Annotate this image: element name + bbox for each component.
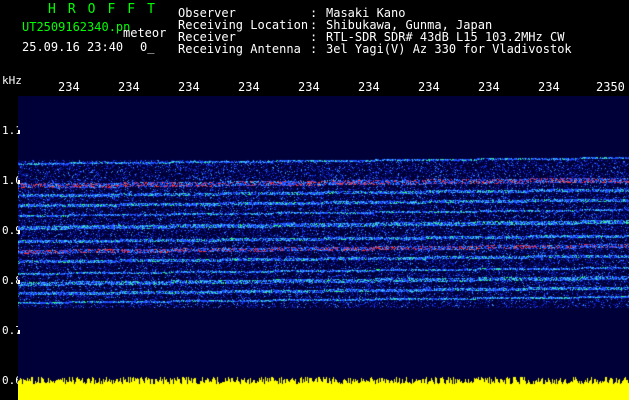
spectrogram-canvas [18, 96, 629, 400]
freq-tick-mark [18, 330, 20, 334]
spectrogram-plot [18, 96, 629, 400]
time-tick: 234 [178, 80, 200, 94]
time-tick: 2350 [596, 80, 625, 94]
zero-label: 0_ [140, 40, 155, 54]
freq-unit-label: kHz [2, 74, 22, 87]
time-tick: 234 [238, 80, 260, 94]
file-name: UT2509162340.pn [22, 20, 131, 34]
time-tick: 234 [418, 80, 440, 94]
brand-title: HROFFT [48, 2, 167, 17]
freq-tick-mark [18, 180, 20, 184]
time-tick: 234 [298, 80, 320, 94]
time-tick: 234 [538, 80, 560, 94]
antenna-label: Receiving Antenna [178, 42, 301, 56]
antenna-value: 3el Yagi(V) Az 330 for Vladivostok [326, 42, 572, 56]
freq-tick-mark [18, 130, 20, 134]
time-tick: 234 [478, 80, 500, 94]
header-panel: HROFFT UT2509162340.pn meteor 25.09.16 2… [0, 0, 629, 72]
freq-tick-mark [18, 280, 20, 284]
time-tick: 234 [58, 80, 80, 94]
time-tick: 234 [358, 80, 380, 94]
freq-tick-mark [18, 230, 20, 234]
datetime-label: 25.09.16 23:40 [22, 40, 124, 54]
type-label: meteor [123, 26, 167, 40]
antenna-colon: : [310, 42, 318, 56]
time-tick: 234 [118, 80, 140, 94]
